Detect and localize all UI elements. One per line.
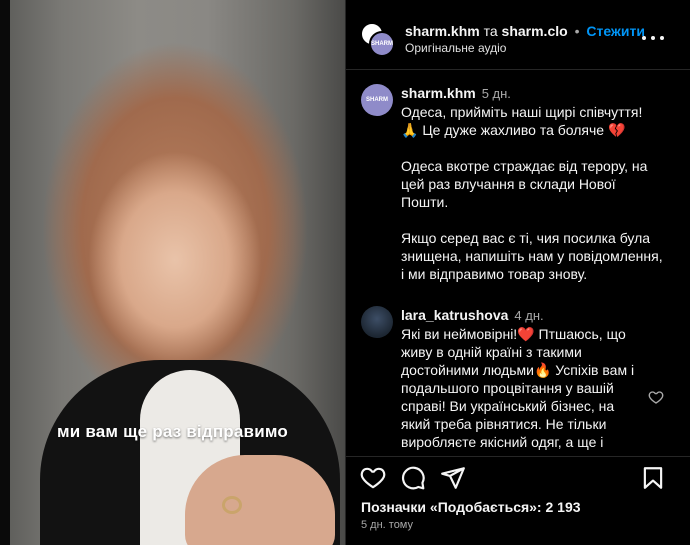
comment-line: Одеса вкотре страждає від терору, на <box>401 158 648 174</box>
action-bar: Позначки «Подобається»: 2 193 5 дн. тому <box>346 456 690 545</box>
comment-header: lara_katrushova 4 дн. <box>401 306 641 325</box>
post-authors: sharm.khm та sharm.clo • Стежити <box>405 23 645 39</box>
comment-line: який треба рівнятися. Не тільки <box>401 416 607 432</box>
heart-icon[interactable] <box>360 465 386 491</box>
caption-comment: sharm.khm 5 дн. Одеса, прийміть наші щирі… <box>401 84 681 283</box>
comment-line: Одеса, прийміть наші щирі співчуття! <box>401 104 643 120</box>
author-link-2[interactable]: sharm.clo <box>502 23 568 39</box>
avatar-logo-text: SHARM <box>371 41 393 47</box>
comment-line: справі! Ви український бізнес, на <box>401 398 615 414</box>
dot-2 <box>651 36 655 40</box>
comment-line: Які ви неймовірні!❤️ Птшаюсь, що <box>401 326 626 342</box>
bookmark-icon[interactable] <box>640 465 666 491</box>
comment-line: 🙏 Це дуже жахливо та боляче 💔 <box>401 122 626 138</box>
more-options-icon[interactable] <box>642 30 664 46</box>
comment-avatar[interactable] <box>361 306 393 338</box>
video-edge <box>0 0 10 545</box>
comment-username[interactable]: sharm.khm <box>401 85 476 101</box>
dot-3 <box>660 36 664 40</box>
comment-header: sharm.khm 5 дн. <box>401 84 681 103</box>
comment-line: живу в одній країні з такими <box>401 344 582 360</box>
follow-button[interactable]: Стежити <box>586 23 645 39</box>
comment-line: виробляєте якісний одяг, а ще і <box>401 434 604 450</box>
comment-line: Пошти. <box>401 194 449 210</box>
post-details-panel: SHARM sharm.khm та sharm.clo • Стежити О… <box>346 0 690 545</box>
comment-icon[interactable] <box>400 465 426 491</box>
comments-list[interactable]: SHARM sharm.khm 5 дн. Одеса, прийміть наш… <box>346 71 690 456</box>
send-icon[interactable] <box>440 465 466 491</box>
dot-1 <box>642 36 646 40</box>
comment-line: Якщо серед вас є ті, чия посилка була <box>401 230 651 246</box>
comment-line: цей раз влучання в склади Нової <box>401 176 616 192</box>
comment-text: Одеса, прийміть наші щирі співчуття! 🙏 Ц… <box>401 103 681 283</box>
comment-line: подальшого процвітання у вашій <box>401 380 614 396</box>
post-header: SHARM sharm.khm та sharm.clo • Стежити О… <box>346 0 690 70</box>
comment-line: і ми відправимо товар знову. <box>401 266 588 282</box>
video-person-hand <box>185 455 335 545</box>
comment-avatar[interactable]: SHARM <box>361 84 393 116</box>
likes-count[interactable]: Позначки «Подобається»: 2 193 <box>361 499 581 515</box>
collab-avatars[interactable]: SHARM <box>360 22 396 58</box>
comment-text: Які ви неймовірні!❤️ Птшаюсь, що живу в … <box>401 325 641 451</box>
comment-username[interactable]: lara_katrushova <box>401 307 508 323</box>
comment-line: знищена, напишіть нам у повідомлення, <box>401 248 663 264</box>
user-comment: lara_katrushova 4 дн. Які ви неймовірні!❤… <box>401 306 641 451</box>
reel-video[interactable]: ми вам ще раз відправимо <box>0 0 345 545</box>
comment-time[interactable]: 5 дн. <box>482 86 511 101</box>
audio-link[interactable]: Оригінальне аудіо <box>405 41 506 55</box>
comment-time[interactable]: 4 дн. <box>514 308 543 323</box>
author-link-1[interactable]: sharm.khm <box>405 23 480 39</box>
video-ring <box>222 496 242 514</box>
avatar-logo-text: SHARM <box>366 97 388 103</box>
post-timestamp[interactable]: 5 дн. тому <box>361 519 413 531</box>
video-caption: ми вам ще раз відправимо <box>57 422 288 441</box>
authors-joiner: та <box>483 23 498 39</box>
comment-line: достойними людьми🔥 Успіхів вам і <box>401 362 635 378</box>
separator-dot: • <box>574 23 580 39</box>
comment-like-icon[interactable] <box>648 389 664 405</box>
avatar-sharm-clo[interactable]: SHARM <box>369 31 395 57</box>
